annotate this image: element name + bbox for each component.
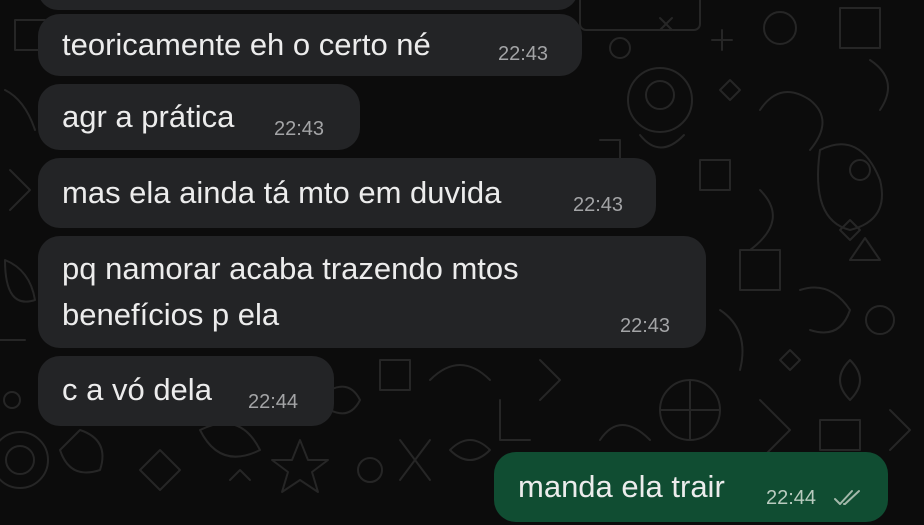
message-text: agr a prática (62, 99, 235, 134)
message-text: manda ela trair (518, 469, 725, 504)
message-bubble-incoming[interactable]: pq namorar acaba trazendo mtos benefício… (38, 236, 706, 348)
message-timestamp: 22:43 (274, 118, 325, 140)
message-text: c a vó dela (62, 372, 212, 407)
message-text-line-2: benefícios p ela (62, 297, 280, 332)
double-check-read-icon (834, 490, 860, 505)
message-bubble-incoming-partial[interactable] (38, 0, 578, 10)
chat-area[interactable]: teoricamente eh o certo né 22:43 agr a p… (0, 0, 924, 525)
message-bubble-incoming[interactable]: agr a prática 22:43 (38, 84, 360, 150)
message-bubble-outgoing[interactable]: manda ela trair 22:44 (494, 452, 888, 522)
message-text-line-1: pq namorar acaba trazendo mtos (62, 251, 519, 286)
message-timestamp: 22:43 (620, 315, 671, 337)
message-timestamp: 22:44 (766, 487, 817, 509)
message-text: mas ela ainda tá mto em duvida (62, 175, 502, 210)
message-bubble-incoming[interactable]: mas ela ainda tá mto em duvida 22:43 (38, 158, 656, 228)
message-timestamp: 22:44 (248, 391, 299, 413)
message-timestamp: 22:43 (498, 43, 549, 65)
message-timestamp: 22:43 (573, 194, 624, 216)
message-text: teoricamente eh o certo né (62, 27, 431, 62)
message-bubble-incoming[interactable]: c a vó dela 22:44 (38, 356, 334, 426)
message-bubble-incoming[interactable]: teoricamente eh o certo né 22:43 (38, 14, 582, 76)
